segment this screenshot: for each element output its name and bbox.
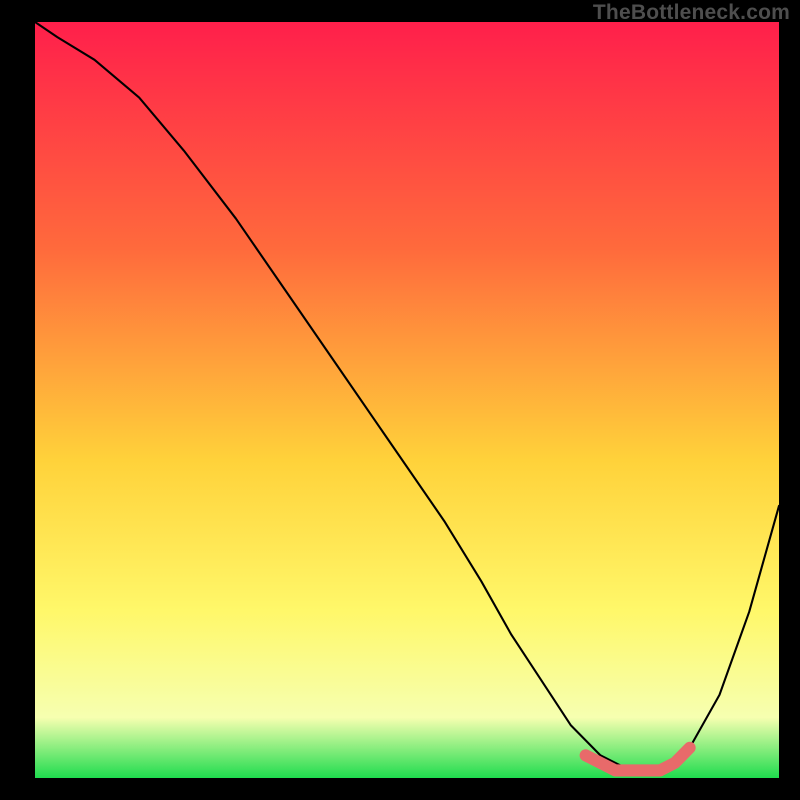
optimal-range-marker xyxy=(586,748,690,771)
plot-area xyxy=(35,22,779,778)
watermark-text: TheBottleneck.com xyxy=(593,1,790,25)
chart-stage: TheBottleneck.com xyxy=(0,0,800,800)
bottleneck-curve xyxy=(35,22,779,770)
curve-layer xyxy=(35,22,779,778)
